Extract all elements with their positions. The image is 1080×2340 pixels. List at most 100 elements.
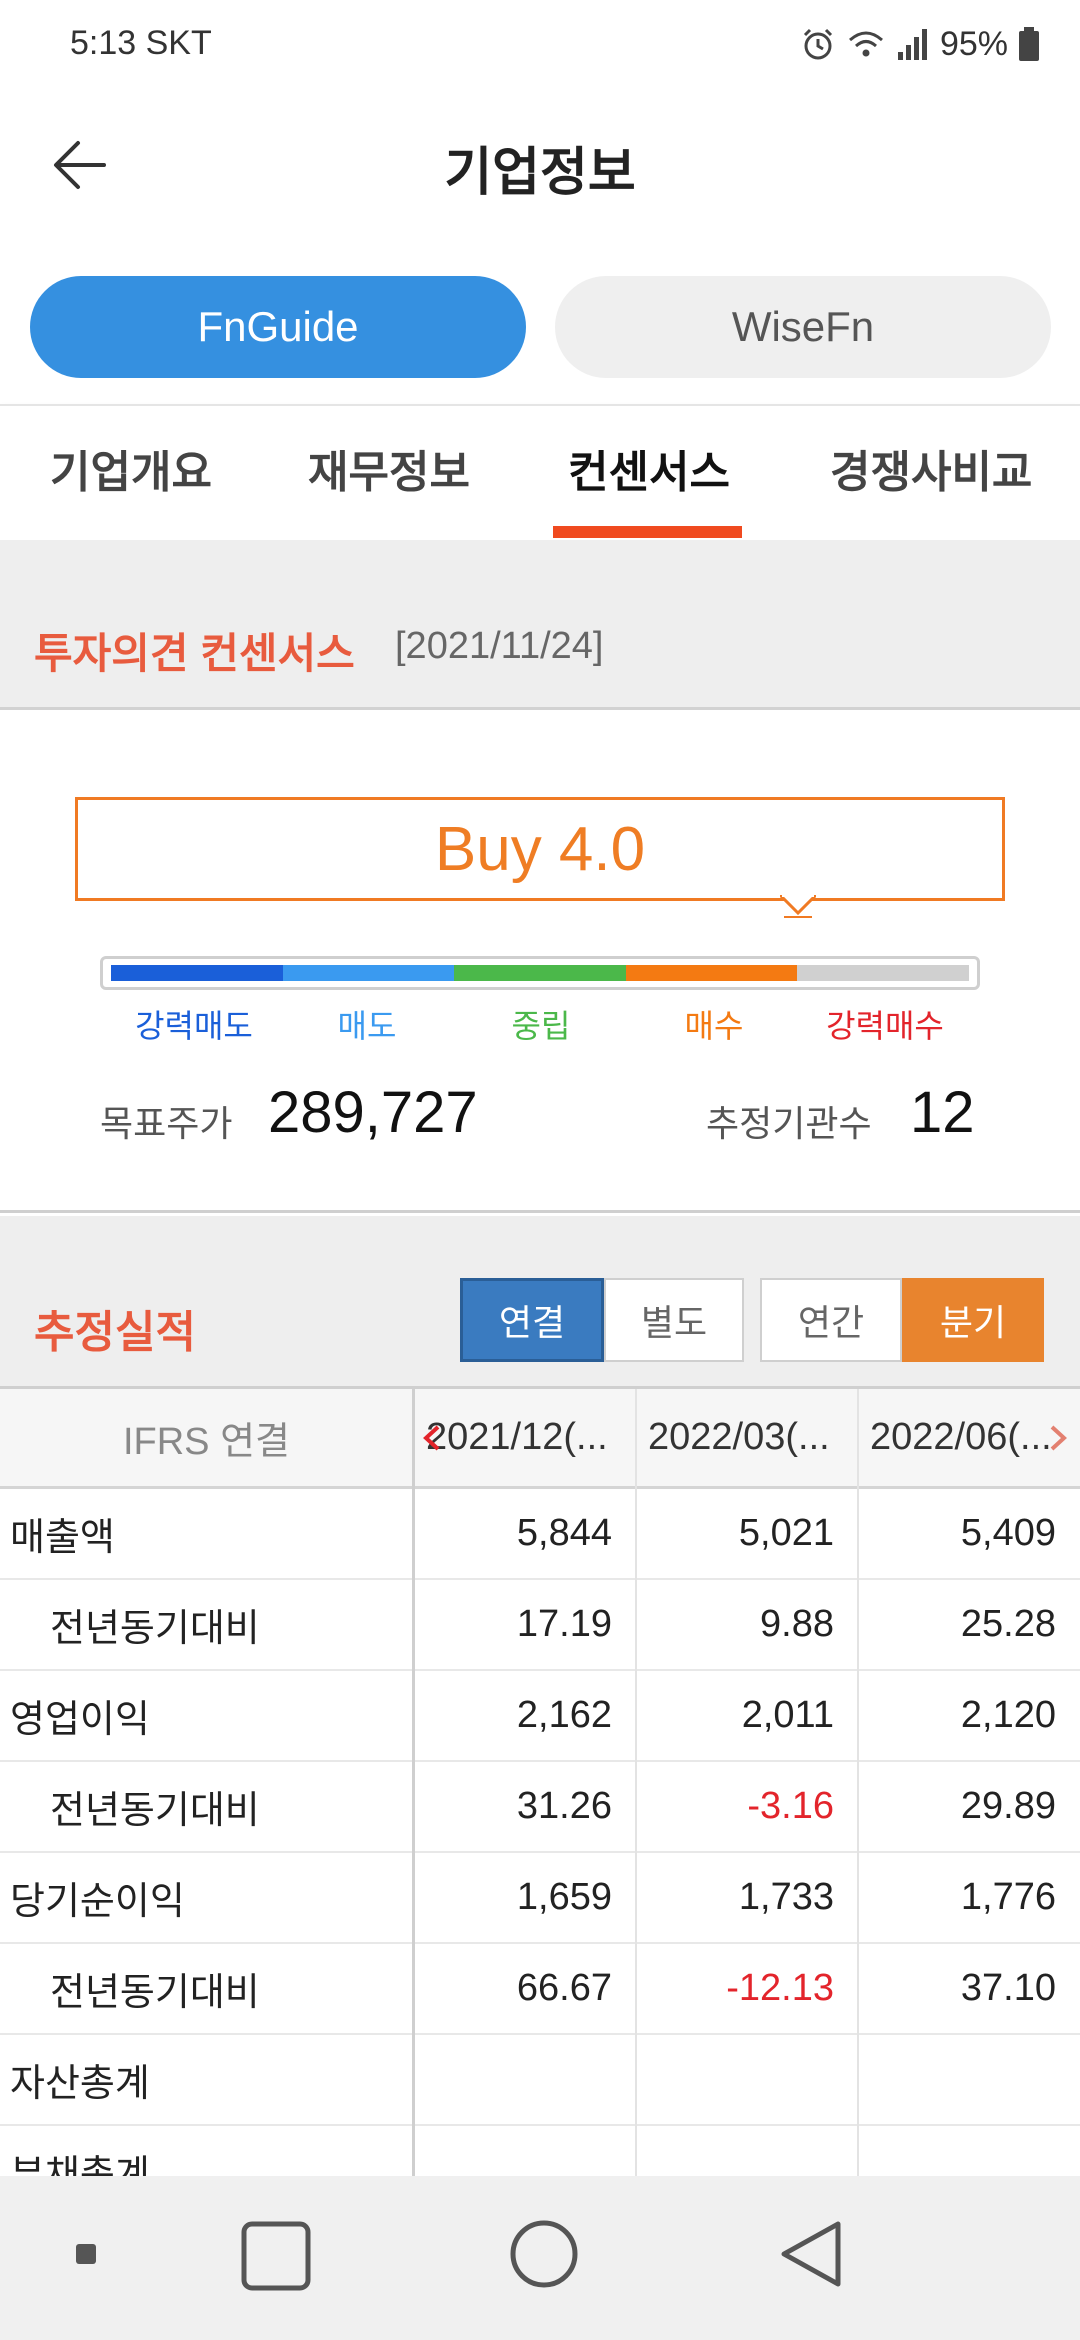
cell-value: 5,844 (516, 1512, 612, 1554)
row-label: 전년동기대비 (50, 1608, 260, 1650)
signal-icon (897, 29, 927, 60)
table-row: 자산총계 (0, 2035, 1080, 2126)
scale-strong-sell-segment (111, 965, 283, 981)
analysts-value: 12 (910, 1080, 975, 1145)
scale-neutral-segment (454, 965, 626, 981)
cell-value (416, 2126, 612, 2176)
table-row: 당기순이익 1,659 1,733 1,776 (0, 1853, 1080, 1944)
battery-icon (1019, 27, 1039, 61)
header-ifrs: IFRS 연결 (122, 1421, 291, 1463)
status-icons: 95% (800, 22, 1040, 66)
rating-pointer-icon (780, 895, 816, 918)
legend-neutral: 중립 (511, 1008, 571, 1044)
row-label: 자산총계 (10, 2063, 150, 2105)
cell-value (638, 2035, 834, 2124)
back-nav-icon[interactable] (776, 2218, 848, 2290)
annual-button[interactable]: 연간 (760, 1278, 902, 1362)
estimates-table[interactable]: IFRS 연결 2021/12(... 2022/03(... 2022/06(… (0, 1386, 1080, 2176)
row-label: 전년동기대비 (50, 1972, 260, 2014)
row-label: 당기순이익 (10, 1881, 185, 1923)
cell-value (860, 2035, 1056, 2124)
page-title: 기업정보 (444, 144, 636, 202)
cell-value-negative: -12.13 (726, 1967, 834, 2009)
cell-value: 25.28 (960, 1603, 1056, 1645)
consensus-section-header: 투자의견 컨센서스 [2021/11/24] (0, 540, 1080, 710)
table-row: 매출액 5,844 5,021 5,409 (0, 1489, 1080, 1580)
active-tab-indicator (553, 526, 742, 538)
battery-percent: 95% (939, 24, 1008, 63)
legend-strong-sell: 강력매도 (135, 1008, 253, 1044)
tab-bar: 기업개요 재무정보 컨센서스 경쟁사비교 (0, 404, 1080, 540)
alarm-icon (803, 28, 832, 60)
scroll-left-icon[interactable] (420, 1423, 444, 1453)
table-row: 전년동기대비 31.26 -3.16 29.89 (0, 1762, 1080, 1853)
cell-value (860, 2126, 1056, 2176)
cell-value (638, 2126, 834, 2176)
consolidated-button[interactable]: 연결 (460, 1278, 604, 1362)
quarterly-button[interactable]: 분기 (902, 1278, 1044, 1362)
header-col-1: 2021/12(... (426, 1416, 608, 1458)
table-row: 영업이익 2,162 2,011 2,120 (0, 1671, 1080, 1762)
consensus-date: [2021/11/24] (395, 625, 604, 667)
system-nav-bar (0, 2176, 1080, 2340)
cell-value: 1,733 (738, 1876, 834, 1918)
consensus-card: Buy 4.0 강력매도 매도 중립 매수 강력매수 목표주가 289,727 … (0, 713, 1080, 1213)
estimates-section-header: 추정실적 연결 별도 연간 분기 (0, 1216, 1080, 1386)
row-label: 매출액 (10, 1517, 115, 1559)
home-icon[interactable] (508, 2218, 580, 2290)
cell-value-negative: -3.16 (747, 1785, 834, 1827)
tab-financial-info[interactable]: 재무정보 (308, 436, 470, 500)
wifi-icon (848, 31, 883, 57)
provider-fnguide-button[interactable]: FnGuide (30, 276, 526, 378)
legend-strong-buy: 강력매수 (826, 1008, 944, 1044)
status-bar: 5:13 SKT 95% (0, 0, 1080, 90)
table-row: 전년동기대비 66.67 -12.13 37.10 (0, 1944, 1080, 2035)
consensus-title: 투자의견 컨센서스 (34, 630, 355, 677)
cell-value: 66.67 (516, 1967, 612, 2009)
app-header: 기업정보 (0, 90, 1080, 240)
column-divider (635, 1389, 637, 2176)
estimates-title: 추정실적 (34, 1308, 196, 1357)
rating-scale-bar (100, 956, 980, 990)
tab-competitor-comparison[interactable]: 경쟁사비교 (830, 436, 1032, 500)
cell-value: 29.89 (960, 1785, 1056, 1827)
cell-value (416, 2035, 612, 2124)
status-time: 5:13 SKT (70, 24, 212, 62)
tab-company-overview[interactable]: 기업개요 (50, 436, 212, 500)
recents-icon[interactable] (240, 2220, 312, 2292)
cell-value: 5,409 (960, 1512, 1056, 1554)
cell-value: 31.26 (516, 1785, 612, 1827)
tab-consensus[interactable]: 컨센서스 (568, 436, 730, 500)
column-divider (857, 1389, 859, 2176)
scale-buy-segment (625, 965, 798, 981)
cell-value: 2,120 (960, 1694, 1056, 1736)
column-divider (412, 1389, 415, 2176)
cell-value: 2,011 (741, 1694, 834, 1736)
legend-sell: 매도 (337, 1008, 397, 1044)
cell-value: 2,162 (516, 1694, 612, 1736)
table-row: 전년동기대비 17.19 9.88 25.28 (0, 1580, 1080, 1671)
legend-buy: 매수 (684, 1008, 744, 1044)
row-label: 전년동기대비 (50, 1790, 260, 1832)
rating-box: Buy 4.0 (75, 797, 1005, 901)
scale-sell-segment (282, 965, 455, 981)
scale-strong-buy-segment (797, 965, 969, 981)
scroll-right-icon[interactable] (1046, 1423, 1070, 1453)
provider-wisefn-button[interactable]: WiseFn (555, 276, 1051, 378)
target-price-value: 289,727 (268, 1080, 478, 1145)
header-col-2: 2022/03(... (648, 1416, 830, 1458)
cell-value: 5,021 (738, 1512, 834, 1554)
table-header-row: IFRS 연결 2021/12(... 2022/03(... 2022/06(… (0, 1389, 1080, 1489)
row-label: 부채총계 (10, 2154, 150, 2176)
row-label: 영업이익 (10, 1699, 150, 1741)
target-price-label: 목표주가 (100, 1103, 233, 1144)
menu-dot-icon[interactable] (74, 2242, 98, 2266)
table-row: 부채총계 (0, 2126, 1080, 2176)
cell-value: 1,659 (516, 1876, 612, 1918)
separate-button[interactable]: 별도 (604, 1278, 744, 1362)
analysts-label: 추정기관수 (706, 1103, 872, 1144)
cell-value: 1,776 (960, 1876, 1056, 1918)
cell-value: 17.19 (516, 1603, 612, 1645)
cell-value: 37.10 (960, 1967, 1056, 2009)
provider-toggle: FnGuide WiseFn (0, 240, 1080, 400)
